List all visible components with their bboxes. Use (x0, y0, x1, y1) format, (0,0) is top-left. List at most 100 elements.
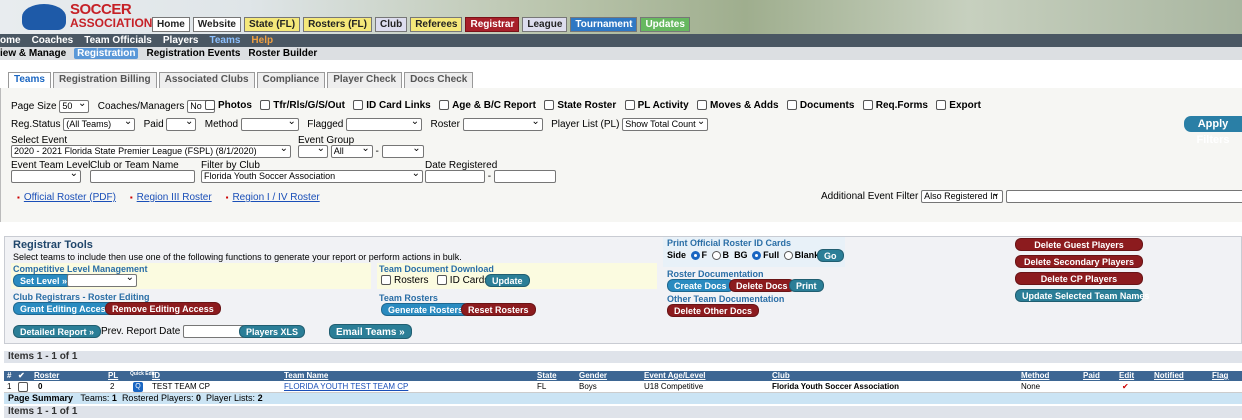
soccer-association-logo[interactable]: SOCCER ASSOCIATION (22, 1, 152, 31)
tab-docs-check[interactable]: Docs Check (404, 72, 474, 88)
top-nav-rosters[interactable]: Rosters (FL) (303, 17, 372, 32)
delete-secondary-players-button[interactable]: Delete Secondary Players (1015, 255, 1143, 268)
row-select-checkbox[interactable] (18, 382, 28, 392)
documents-checkbox[interactable] (786, 100, 797, 111)
col-state[interactable]: State (537, 371, 557, 380)
sub-nav-registration-events[interactable]: Registration Events (146, 48, 240, 59)
age-report-checkbox[interactable] (439, 100, 450, 111)
apply-filters-button[interactable]: Apply Filters (1184, 116, 1242, 146)
top-nav-tournament[interactable]: Tournament (570, 17, 638, 32)
filter-club-select[interactable]: Florida Youth Soccer Association (201, 168, 423, 183)
page-size-select[interactable]: 50 (59, 98, 90, 113)
side-b-radio[interactable] (711, 251, 721, 261)
top-nav-updates[interactable]: Updates (640, 17, 690, 32)
email-teams-button[interactable]: Email Teams » (329, 324, 412, 339)
top-nav-website[interactable]: Website (192, 17, 241, 32)
col-notified[interactable]: Notified (1154, 371, 1184, 380)
quick-edit-icon[interactable]: Q (133, 382, 143, 392)
main-nav-players[interactable]: Players (163, 35, 199, 46)
method-select[interactable] (240, 116, 299, 131)
row-edit-check-icon[interactable]: ✔ (1122, 381, 1129, 393)
rosters-checkbox[interactable] (381, 275, 391, 286)
state-roster-checkbox[interactable] (544, 100, 555, 111)
moves-adds-checkbox[interactable] (697, 100, 708, 111)
top-nav-referees[interactable]: Referees (410, 17, 463, 32)
detailed-report-button[interactable]: Detailed Report » (13, 325, 102, 338)
delete-guest-players-button[interactable]: Delete Guest Players (1015, 238, 1143, 251)
event-team-level-select[interactable] (11, 168, 81, 183)
official-roster-link[interactable]: Official Roster (PDF) (24, 192, 116, 203)
col-roster[interactable]: Roster (34, 371, 59, 380)
photos-checkbox[interactable] (205, 100, 215, 111)
col-pl[interactable]: PL (108, 371, 118, 380)
col-event-level[interactable]: Event Age/Level (644, 371, 706, 380)
event-group-select[interactable] (298, 143, 328, 158)
generate-rosters-button[interactable]: Generate Rosters (381, 303, 471, 316)
top-nav-registrar[interactable]: Registrar (465, 17, 520, 32)
id-cards-checkbox[interactable] (436, 275, 447, 286)
pl-activity-checkbox[interactable] (624, 100, 635, 111)
paid-select[interactable] (166, 116, 197, 131)
reg-status-select[interactable]: (All Teams) (63, 116, 136, 131)
col-team-name[interactable]: Team Name (284, 371, 328, 380)
create-docs-button[interactable]: Create Docs (667, 279, 734, 292)
additional-filter-value-select[interactable] (1005, 190, 1242, 203)
export-checkbox[interactable] (936, 100, 947, 111)
level-select[interactable] (67, 272, 137, 287)
go-button[interactable]: Go (817, 249, 844, 262)
main-nav-team-officials[interactable]: Team Officials (84, 35, 152, 46)
player-list-select[interactable]: Show Total Count (622, 116, 709, 131)
tab-registration-billing[interactable]: Registration Billing (52, 72, 157, 88)
col-id[interactable]: ID (152, 371, 160, 380)
top-nav-home[interactable]: Home (152, 17, 190, 32)
col-club[interactable]: Club (772, 371, 790, 380)
delete-other-docs-button[interactable]: Delete Other Docs (667, 304, 760, 317)
tab-player-check[interactable]: Player Check (327, 72, 403, 88)
col-edit[interactable]: Edit (1119, 371, 1134, 380)
sub-nav-roster-builder[interactable]: Roster Builder (248, 48, 317, 59)
delete-docs-button[interactable]: Delete Docs (729, 279, 795, 292)
side-f-radio[interactable] (690, 251, 700, 261)
reset-rosters-button[interactable]: Reset Rosters (461, 303, 536, 316)
main-nav-coaches[interactable]: Coaches (32, 35, 74, 46)
event-group-sub-select[interactable] (381, 143, 424, 158)
bg-blank-radio[interactable] (783, 251, 793, 261)
col-gender[interactable]: Gender (579, 371, 607, 380)
delete-cp-players-button[interactable]: Delete CP Players (1015, 272, 1143, 285)
club-team-input[interactable] (90, 170, 195, 183)
update-download-button[interactable]: Update (485, 274, 530, 287)
top-nav-club[interactable]: Club (374, 17, 408, 32)
col-flag[interactable]: Flag (1212, 371, 1228, 380)
tab-compliance[interactable]: Compliance (256, 72, 326, 88)
tfr-checkbox[interactable] (260, 100, 271, 111)
event-group-all-select[interactable]: All (330, 143, 373, 158)
top-nav-state[interactable]: State (FL) (243, 17, 301, 32)
tab-teams[interactable]: Teams (8, 72, 51, 88)
additional-filter-select[interactable]: Also Registered In (921, 188, 1004, 203)
main-nav-home[interactable]: ome (0, 35, 21, 46)
date-from-input[interactable] (425, 170, 485, 183)
date-to-input[interactable] (493, 170, 556, 183)
players-xls-button[interactable]: Players XLS (239, 325, 306, 338)
req-forms-checkbox[interactable] (862, 100, 873, 111)
region-i-iv-roster-link[interactable]: Region I / IV Roster (232, 192, 319, 203)
col-paid[interactable]: Paid (1083, 371, 1100, 380)
bg-full-radio[interactable] (752, 251, 762, 261)
roster-select[interactable] (462, 116, 543, 131)
grant-editing-access-button[interactable]: Grant Editing Access (13, 302, 118, 315)
id-card-links-checkbox[interactable] (353, 100, 364, 111)
tab-associated-clubs[interactable]: Associated Clubs (158, 72, 255, 88)
prev-report-date-input[interactable] (183, 325, 246, 338)
col-method[interactable]: Method (1021, 371, 1049, 380)
print-button[interactable]: Print (789, 279, 824, 292)
row-team-name-link[interactable]: FLORIDA YOUTH TEST TEAM CP (284, 381, 408, 393)
select-event-select[interactable]: 2020 - 2021 Florida State Premier League… (11, 143, 291, 158)
region-iii-roster-link[interactable]: Region III Roster (137, 192, 212, 203)
top-nav-league[interactable]: League (522, 17, 568, 32)
sub-nav-registration[interactable]: Registration (74, 48, 139, 59)
set-level-button[interactable]: Set Level » (13, 274, 75, 287)
remove-editing-access-button[interactable]: Remove Editing Access (105, 302, 221, 315)
flagged-select[interactable] (346, 116, 423, 131)
col-select-all[interactable]: ✔ (18, 371, 25, 380)
main-nav-help[interactable]: Help (251, 35, 273, 46)
